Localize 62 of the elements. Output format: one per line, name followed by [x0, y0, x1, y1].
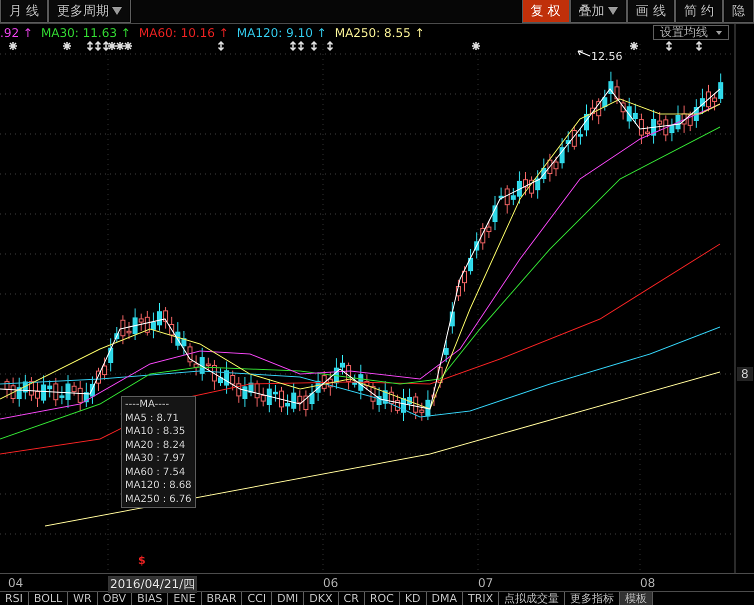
tooltip-line: MA10 : 8.35: [125, 425, 186, 438]
indicator-tab[interactable]: DMI: [272, 592, 304, 605]
period-button[interactable]: 更多周期: [48, 0, 132, 23]
ma-legend-item: MA120: 9.10 ↑: [236, 26, 327, 40]
toolbar-button[interactable]: 画 线: [626, 0, 675, 23]
tooltip-line: MA5 : 8.71: [125, 412, 180, 425]
asterisk-icon: [115, 41, 125, 51]
tooltip-line: MA60 : 7.54: [125, 466, 186, 479]
tooltip-line: MA120 : 8.68: [125, 479, 193, 492]
asterisk-icon: [8, 41, 18, 51]
axis-label: 8: [737, 367, 753, 381]
indicator-tab[interactable]: ROC: [364, 592, 400, 605]
caret-icon: [716, 30, 722, 34]
date-label: 06: [323, 576, 338, 590]
indicator-tab[interactable]: DMA: [426, 592, 464, 605]
double-arrow-icon: [696, 40, 702, 52]
ma-legend-item: MA250: 8.55 ↑: [334, 26, 425, 40]
price-label: 12.56: [591, 50, 622, 63]
asterisk-icon: [62, 41, 72, 51]
indicator-tab[interactable]: DKX: [304, 592, 339, 605]
indicator-tab[interactable]: OBV: [98, 592, 132, 605]
double-arrow-icon: [310, 40, 318, 52]
toolbar-button[interactable]: 隐: [723, 0, 754, 23]
tooltip-line: MA20 : 8.24: [125, 438, 186, 452]
tooltip-line: MA30 : 7.97: [125, 452, 186, 466]
asterisk-icon: [629, 41, 639, 51]
leader-line: [578, 50, 590, 56]
caret-icon: [608, 7, 618, 15]
toolbar-button[interactable]: 复 权: [522, 0, 570, 23]
double-arrow-icon: [666, 40, 672, 52]
period-button[interactable]: 月 线: [0, 0, 48, 23]
indicator-tab[interactable]: ENE: [168, 592, 202, 605]
indicator-tab[interactable]: 点拟成交量: [499, 592, 566, 605]
date-label: 08: [640, 576, 656, 590]
indicator-tab[interactable]: CCI: [242, 592, 272, 605]
ma-legend-item: MA60: 10.16 ↑: [138, 26, 229, 40]
tooltip-title: ----MA----: [125, 398, 170, 412]
date-label: 2016/04/21/四: [108, 576, 198, 593]
asterisk-icon: [123, 41, 133, 51]
indicator-tab[interactable]: TRIX: [463, 592, 500, 605]
indicator-tab[interactable]: KD: [400, 592, 427, 605]
caret-icon: [112, 7, 122, 15]
asterisk-icon: [471, 41, 481, 51]
asterisk-icon: [107, 41, 117, 51]
ma-legend-item: MA30: 11.63 ↑: [40, 26, 131, 40]
ma-settings-button[interactable]: 设置均线: [653, 25, 729, 40]
double-arrow-icon: [218, 40, 224, 52]
indicator-tab[interactable]: WR: [68, 592, 98, 605]
date-label: 04: [8, 576, 24, 590]
indicator-tab[interactable]: CR: [338, 592, 365, 605]
indicator-tab[interactable]: BIAS: [132, 592, 168, 605]
indicator-tab[interactable]: BOLL: [28, 592, 68, 605]
tooltip-line: MA250 : 6.76: [125, 492, 193, 506]
signal-marker: $: [138, 554, 146, 568]
indicator-tab[interactable]: RSI: [0, 592, 29, 605]
toolbar-button[interactable]: 叠加: [570, 0, 627, 23]
double-arrow-icon: [326, 40, 334, 52]
indicator-tab[interactable]: 模板: [620, 592, 654, 605]
ma-legend-item: .92 ↑: [0, 26, 33, 40]
date-label: 07: [478, 576, 494, 590]
toolbar-button[interactable]: 简 约: [674, 0, 723, 23]
indicator-tab[interactable]: BRAR: [202, 592, 242, 605]
